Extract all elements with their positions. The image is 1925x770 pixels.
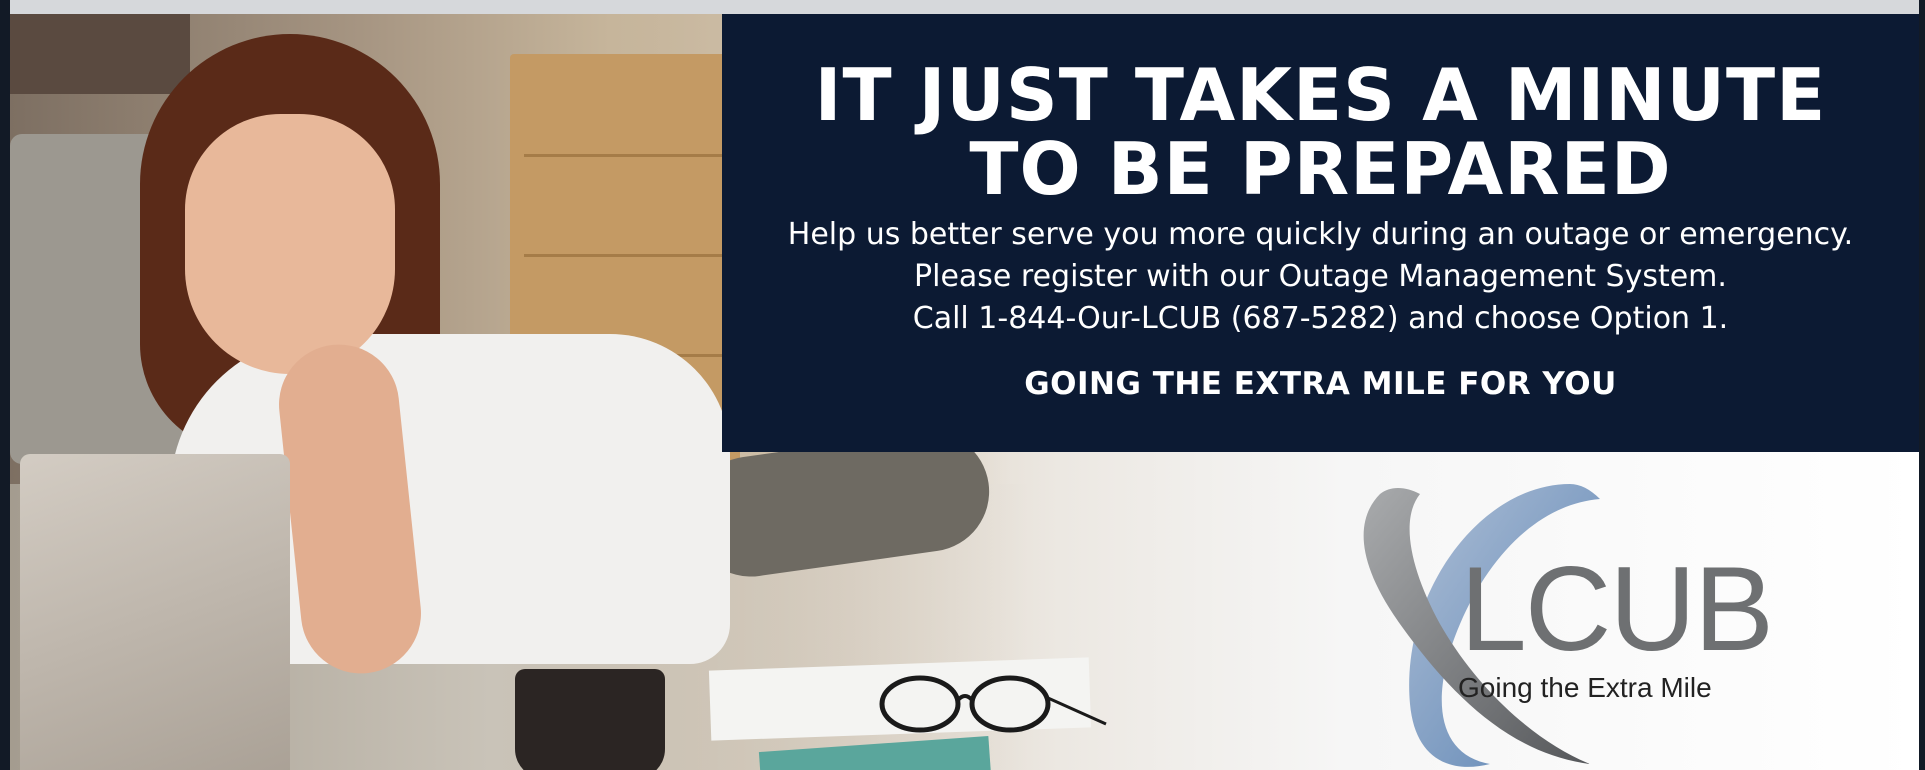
body-line-3: Call 1-844-Our-LCUB (687-5282) and choos… xyxy=(912,301,1729,336)
drawer xyxy=(524,64,724,157)
logo-wordmark: LCUB xyxy=(1460,542,1774,676)
headline-line-2: TO BE PREPARED xyxy=(969,127,1672,211)
body-line-1: Help us better serve you more quickly du… xyxy=(787,217,1854,252)
top-border xyxy=(0,0,1925,14)
coffee-cup xyxy=(515,669,665,770)
body-line-2: Please register with our Outage Manageme… xyxy=(914,259,1727,294)
right-border xyxy=(1919,0,1925,770)
message-panel: IT JUST TAKES A MINUTE TO BE PREPARED He… xyxy=(722,14,1919,452)
ad-canvas: IT JUST TAKES A MINUTE TO BE PREPARED He… xyxy=(10,14,1919,770)
ad-frame: IT JUST TAKES A MINUTE TO BE PREPARED He… xyxy=(0,0,1925,770)
headline: IT JUST TAKES A MINUTE TO BE PREPARED xyxy=(722,58,1919,206)
bookshelf xyxy=(10,14,190,94)
woman-face xyxy=(185,114,395,374)
body-text: Help us better serve you more quickly du… xyxy=(722,214,1919,340)
headline-line-1: IT JUST TAKES A MINUTE xyxy=(814,53,1827,137)
left-border xyxy=(0,0,10,770)
laptop xyxy=(20,454,290,770)
logo-slogan: Going the Extra Mile xyxy=(1458,672,1712,703)
drawer xyxy=(524,164,724,257)
tagline: GOING THE EXTRA MILE FOR YOU xyxy=(1024,366,1617,402)
eyeglasses-icon xyxy=(879,675,1107,733)
